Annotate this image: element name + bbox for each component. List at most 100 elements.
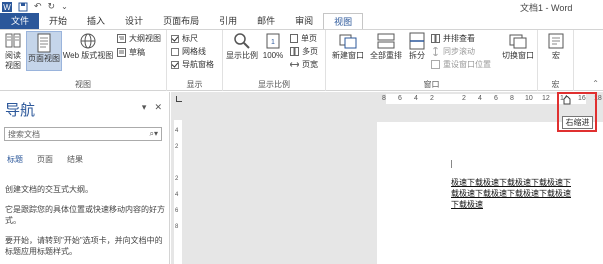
nav-tab-results[interactable]: 结果 <box>67 154 83 165</box>
new-window-icon <box>339 34 357 49</box>
read-mode-label: 阅读 视图 <box>5 51 21 70</box>
split-button[interactable]: 拆分 <box>406 32 428 61</box>
gridlines-checkbox[interactable]: 网格线 <box>171 46 206 57</box>
tab-mailings[interactable]: 邮件 <box>247 13 285 29</box>
close-icon[interactable]: ✕ <box>154 102 162 113</box>
ruler-number: 2 <box>430 95 434 102</box>
nav-tab-headings[interactable]: 标题 <box>7 154 23 165</box>
customize-qat-icon[interactable]: ⌄ <box>61 2 68 11</box>
group-show: 标尺 网格线 导航窗格 显示 <box>167 30 223 91</box>
nav-pane-title: 导航 <box>5 102 36 119</box>
group-show-label: 显示 <box>186 80 203 89</box>
one-page-button[interactable]: 单页 <box>290 33 317 44</box>
search-icon[interactable]: ⌕▾ <box>150 129 159 139</box>
side-by-side-label: 并排查看 <box>443 34 475 43</box>
reset-position-icon <box>431 60 440 69</box>
svg-text:1: 1 <box>271 39 275 46</box>
nav-help-text-3: 要开始，请转到"开始"选项卡，并向文档中的标题应用标题样式。 <box>5 236 163 256</box>
gridlines-check-icon <box>171 47 179 56</box>
zoom-magnifier-icon <box>234 33 250 49</box>
sync-scroll-label: 同步滚动 <box>443 47 475 56</box>
group-window: 新建窗口 全部重排 拆分 并排查看 同步滚动 重设窗口位置 切换窗口 窗口 <box>326 30 538 91</box>
one-page-label: 单页 <box>301 34 317 43</box>
tab-references[interactable]: 引用 <box>209 13 247 29</box>
reset-position-button: 重设窗口位置 <box>431 59 491 70</box>
collapse-ribbon-icon[interactable]: ⌃ <box>592 79 599 88</box>
outline-button[interactable]: 大纲视图 <box>117 33 161 44</box>
nav-tabs: 标题 页面 结果 <box>7 154 83 165</box>
tab-file[interactable]: 文件 <box>0 13 40 29</box>
group-zoom-label: 显示比例 <box>258 80 290 89</box>
tab-insert[interactable]: 插入 <box>77 13 115 29</box>
nav-pane-label: 导航窗格 <box>182 60 214 69</box>
nav-tab-pages[interactable]: 页面 <box>37 154 53 165</box>
word-logo-icon: W <box>2 1 12 12</box>
undo-icon[interactable]: ↶ <box>34 1 42 12</box>
horizontal-ruler[interactable] <box>186 92 603 106</box>
ruler-number: 4 <box>478 95 482 102</box>
nav-search-input[interactable]: 搜索文档 ⌕▾ <box>4 127 162 141</box>
switch-windows-label: 切换窗口 <box>502 51 534 60</box>
print-layout-icon <box>37 33 51 53</box>
vruler-number: 4 <box>175 128 179 134</box>
ruler-number: 6 <box>494 95 498 102</box>
side-by-side-icon <box>431 34 440 43</box>
page-width-button[interactable]: 页宽 <box>290 59 318 70</box>
reset-position-label: 重设窗口位置 <box>443 60 491 69</box>
print-layout-label: 页面视图 <box>28 54 60 63</box>
ruler-number: 6 <box>398 95 402 102</box>
web-layout-button[interactable]: Web 版式视图 <box>62 32 114 61</box>
macros-label: 宏 <box>552 51 560 60</box>
save-icon[interactable] <box>18 2 28 12</box>
one-page-icon <box>290 34 298 43</box>
document-body-text[interactable]: 极速下载极速下载极速下载极速下载极速下载极速下载极速下载极速下载极速 <box>451 177 575 210</box>
nav-pane-checkbox[interactable]: 导航窗格 <box>171 59 214 70</box>
page-width-label: 页宽 <box>302 60 318 69</box>
print-layout-button[interactable]: 页面视图 <box>26 31 62 71</box>
split-label: 拆分 <box>409 51 425 60</box>
vruler-number: 8 <box>175 224 179 230</box>
ruler-number: 8 <box>510 95 514 102</box>
ribbon: 阅读 视图 页面视图 Web 版式视图 大纲视图 草稿 视图 标尺 网格线 导航… <box>0 29 603 91</box>
read-mode-icon <box>5 33 21 48</box>
draft-icon <box>117 48 126 57</box>
group-window-label: 窗口 <box>423 80 440 89</box>
zoom-100-button[interactable]: 1 100% <box>260 32 286 61</box>
tab-selector[interactable] <box>171 92 186 106</box>
multi-page-button[interactable]: 多页 <box>290 46 318 57</box>
new-window-button[interactable]: 新建窗口 <box>330 32 366 61</box>
arrange-all-icon <box>377 33 395 49</box>
page-width-icon <box>290 62 299 67</box>
macros-button[interactable]: 宏 <box>542 32 570 61</box>
quick-access-toolbar: W ↶ ↻ ⌄ <box>2 1 68 12</box>
macros-icon <box>548 33 564 49</box>
tab-review[interactable]: 审阅 <box>285 13 323 29</box>
sync-scroll-button: 同步滚动 <box>431 46 475 57</box>
redo-icon[interactable]: ↻ <box>48 1 56 12</box>
ruler-number: 4 <box>414 95 418 102</box>
nav-search-placeholder: 搜索文档 <box>8 130 40 139</box>
read-mode-button[interactable]: 阅读 视图 <box>2 32 24 71</box>
right-indent-tooltip: 右缩进 <box>562 116 593 129</box>
tab-page-layout[interactable]: 页面布局 <box>153 13 209 29</box>
ruler-number: 8 <box>382 95 386 102</box>
nav-options-icon[interactable]: ▾ <box>142 102 147 113</box>
vruler-number: 2 <box>175 144 179 150</box>
zoom-button[interactable]: 显示比例 <box>226 32 258 61</box>
web-layout-icon <box>80 33 96 49</box>
tab-home[interactable]: 开始 <box>39 13 77 29</box>
group-zoom: 显示比例 1 100% 单页 多页 页宽 显示比例 <box>223 30 326 91</box>
tab-design[interactable]: 设计 <box>115 13 153 29</box>
side-by-side-button[interactable]: 并排查看 <box>431 33 475 44</box>
zoom-label: 显示比例 <box>226 51 258 60</box>
ruler-checkbox[interactable]: 标尺 <box>171 33 198 44</box>
nav-help-text-1: 创建文档的交互式大纲。 <box>5 185 93 194</box>
tab-view[interactable]: 视图 <box>323 13 364 29</box>
switch-windows-button[interactable]: 切换窗口 <box>500 32 536 61</box>
navigation-pane: 导航 ▾ ✕ 搜索文档 ⌕▾ 标题 页面 结果 创建文档的交互式大纲。 它是跟踪… <box>0 92 170 264</box>
split-icon <box>409 32 425 50</box>
group-macros: 宏 宏 <box>538 30 574 91</box>
draft-button[interactable]: 草稿 <box>117 47 145 58</box>
zoom-100-label: 100% <box>262 51 284 60</box>
arrange-all-button[interactable]: 全部重排 <box>368 32 404 61</box>
